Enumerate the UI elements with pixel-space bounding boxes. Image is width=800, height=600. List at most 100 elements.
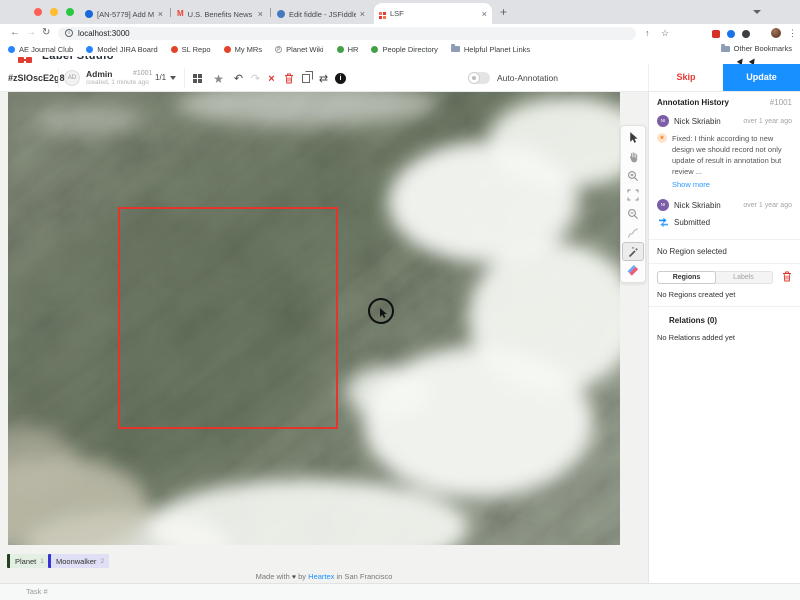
gmail-favicon: M [177, 10, 184, 18]
tab-close-icon[interactable]: × [158, 9, 163, 19]
grid-view-button[interactable] [190, 71, 205, 86]
bookmark-label: Helpful Planet Links [464, 45, 530, 54]
annotator-name: Admin [86, 69, 112, 79]
zoom-out-tool[interactable] [622, 204, 644, 223]
tab-close-icon[interactable]: × [482, 9, 487, 19]
divider [649, 239, 800, 240]
region-rectangle[interactable] [118, 207, 338, 429]
site-info-icon[interactable]: i [65, 29, 73, 37]
bookmark-people-directory[interactable]: People Directory [371, 45, 437, 54]
browser-tab-strip: [AN-5779] Add Magic Wand fu × M U.S. Ben… [0, 0, 800, 24]
tab-close-icon[interactable]: × [360, 9, 365, 19]
browser-profile-avatar[interactable] [771, 28, 781, 38]
label-name: Moonwalker [56, 557, 96, 566]
browser-tab-lsf[interactable]: LSF × [374, 3, 492, 24]
extension-dark-icon[interactable] [742, 30, 750, 38]
extension-red-icon[interactable] [712, 30, 720, 38]
browser-tab-gmail[interactable]: M U.S. Benefits News - Open Enr × [172, 4, 268, 24]
bookmark-ae-journal-club[interactable]: AE Journal Club [8, 45, 73, 54]
label-studio-favicon [379, 12, 382, 15]
auto-annotation-toggle[interactable] [468, 72, 490, 84]
move-tool[interactable] [622, 128, 644, 147]
star-button[interactable]: ★ [211, 71, 226, 86]
label-hotkey: 1 [40, 558, 44, 565]
label-studio-logo-text: Label Studio [42, 56, 114, 62]
bookmark-my-mrs[interactable]: My MRs [224, 45, 263, 54]
duplicate-button[interactable] [298, 71, 313, 86]
mac-minimize-button[interactable] [50, 8, 58, 16]
browser-tab-jira[interactable]: [AN-5779] Add Magic Wand fu × [80, 4, 168, 24]
label-chip-moonwalker[interactable]: Moonwalker 2 [48, 554, 109, 568]
bookmark-helpful-planet-links[interactable]: Helpful Planet Links [451, 45, 530, 54]
mac-close-button[interactable] [34, 8, 42, 16]
bookmark-label: SL Repo [182, 45, 211, 54]
tab-labels[interactable]: Labels [715, 272, 772, 283]
bookmark-icon [371, 46, 378, 53]
status-text: Submitted [674, 218, 710, 227]
entry-time: over 1 year ago [743, 118, 792, 125]
gitlab-icon [224, 46, 231, 53]
bookmark-model-jira-board[interactable]: Model JIRA Board [86, 45, 157, 54]
extension-blue-icon[interactable] [727, 30, 735, 38]
brush-tool[interactable] [622, 223, 644, 242]
browser-address-bar: ← → ↻ i localhost:3000 ↑ ☆ p ⋮ [0, 24, 800, 42]
submitted-icon [658, 217, 669, 227]
magic-wand-tool[interactable] [622, 242, 644, 261]
tab-title: [AN-5779] Add Magic Wand fu [97, 10, 154, 19]
heartex-link[interactable]: Heartex [308, 572, 334, 581]
show-more-link[interactable]: Show more [672, 180, 792, 189]
history-comment: * Fixed: I think according to new design… [657, 133, 792, 177]
browser-menu-icon[interactable]: ⋮ [788, 28, 797, 39]
tab-search-chevron-icon[interactable] [753, 10, 761, 14]
history-title: Annotation History [657, 98, 729, 107]
other-bookmarks-button[interactable]: Other Bookmarks [721, 44, 792, 53]
reset-button[interactable]: × [264, 71, 279, 86]
skip-button[interactable]: Skip [650, 64, 722, 91]
history-entry[interactable]: NI Nick Skriabin over 1 year ago [657, 199, 792, 211]
forward-icon: → [26, 27, 36, 38]
tab-close-icon[interactable]: × [258, 9, 263, 19]
history-annotation-id: #1001 [770, 98, 792, 107]
info-button[interactable]: i [333, 71, 348, 86]
annotation-canvas-area: Planet 1 Moonwalker 2 Made with ♥ by Hea… [0, 92, 648, 583]
bookmark-planet-wiki[interactable]: p Planet Wiki [275, 45, 324, 54]
eraser-tool[interactable] [622, 261, 644, 280]
task-bar: Task # [0, 583, 800, 600]
annotator-avatar[interactable]: AD [64, 70, 80, 86]
update-button[interactable]: Update [723, 64, 800, 91]
folder-icon [451, 46, 460, 52]
share-icon[interactable]: ↑ [645, 28, 650, 38]
mac-zoom-button[interactable] [66, 8, 74, 16]
label-chip-planet[interactable]: Planet 1 [7, 554, 49, 568]
settings-button[interactable]: ⇄ [316, 71, 331, 86]
annotation-created: created, 1 minute ago [86, 79, 149, 86]
history-entry[interactable]: NI Nick Skriabin over 1 year ago [657, 115, 792, 127]
no-regions-text: No Regions created yet [657, 290, 792, 299]
regions-labels-switch: Regions Labels [657, 271, 792, 284]
reload-icon[interactable]: ↻ [42, 27, 50, 38]
back-icon[interactable]: ← [10, 27, 20, 38]
new-tab-button[interactable]: + [500, 4, 507, 20]
browser-tab-jsfiddle[interactable]: Edit fiddle - JSFiddle - Code P × [272, 4, 370, 24]
tab-divider [170, 8, 171, 17]
task-number-label: Task # [26, 587, 48, 596]
label-hotkey: 2 [100, 558, 104, 565]
delete-button[interactable] [281, 71, 296, 86]
pan-hand-tool[interactable] [622, 147, 644, 166]
no-region-selected-text: No Region selected [657, 247, 792, 256]
bookmark-star-icon[interactable]: ☆ [661, 28, 669, 39]
bookmark-hr[interactable]: HR [337, 45, 359, 54]
delete-regions-icon[interactable] [782, 271, 792, 284]
url-text: localhost:3000 [78, 29, 130, 38]
divider [184, 68, 185, 88]
zoom-in-tool[interactable] [622, 166, 644, 185]
entry-time: over 1 year ago [743, 202, 792, 209]
url-field[interactable]: i localhost:3000 [58, 27, 636, 40]
redo-button[interactable]: ↷ [248, 71, 263, 86]
chevron-down-icon[interactable] [170, 76, 176, 80]
fit-screen-tool[interactable] [622, 185, 644, 204]
bookmark-sl-repo[interactable]: SL Repo [171, 45, 211, 54]
undo-button[interactable]: ↶ [231, 71, 246, 86]
tab-regions[interactable]: Regions [657, 271, 716, 284]
footer-text: by [298, 572, 306, 581]
